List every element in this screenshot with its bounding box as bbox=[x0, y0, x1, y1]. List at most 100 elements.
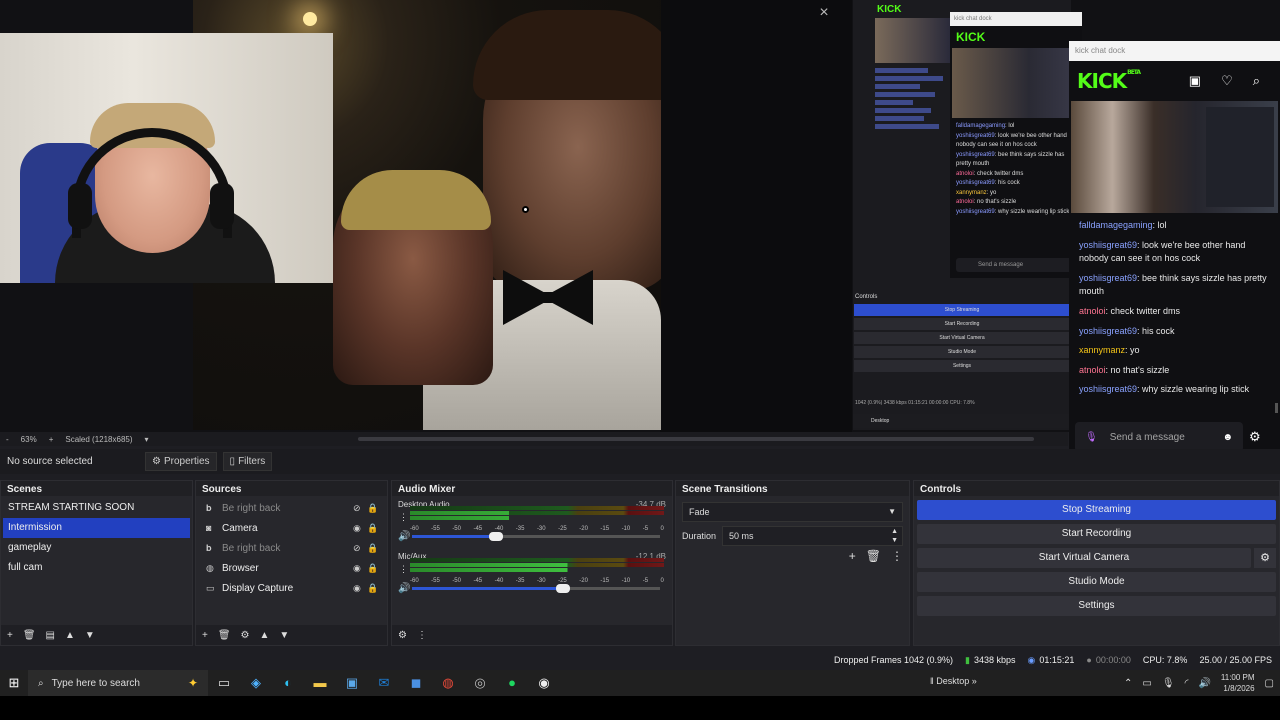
store-icon[interactable]: ◼ bbox=[400, 670, 432, 696]
eye-icon[interactable]: ◉ bbox=[353, 583, 367, 594]
chat-username[interactable]: yoshiisgreat69 bbox=[1079, 326, 1137, 336]
zoom-out-button[interactable]: - bbox=[6, 435, 9, 444]
studio-mode-button[interactable]: Studio Mode bbox=[917, 572, 1276, 592]
send-message-input[interactable]: 🎙 Send a message ☻ bbox=[1075, 422, 1243, 452]
volume-slider[interactable] bbox=[412, 584, 660, 593]
eye-icon[interactable]: ◉ bbox=[353, 563, 367, 574]
chevron-up-icon[interactable]: ⌃ bbox=[1124, 678, 1132, 689]
notification-icon[interactable]: ▢ bbox=[1265, 678, 1274, 689]
lock-icon[interactable]: 🔒 bbox=[367, 503, 381, 514]
move-up-icon[interactable]: ▲ bbox=[260, 630, 270, 641]
chat-username[interactable]: yoshiisgreat69 bbox=[956, 209, 995, 215]
start-recording-button[interactable]: Start Recording bbox=[917, 524, 1276, 544]
move-down-icon[interactable]: ▼ bbox=[85, 630, 95, 641]
chat-username[interactable]: falldamagegaming bbox=[1079, 220, 1153, 230]
usb-icon[interactable]: ▭ bbox=[1142, 678, 1151, 689]
add-scene-icon[interactable]: + bbox=[7, 630, 13, 641]
zoom-percent[interactable]: 63% bbox=[21, 435, 37, 444]
photos-icon[interactable]: ▣ bbox=[336, 670, 368, 696]
chat-username[interactable]: yoshiisgreat69 bbox=[1079, 273, 1137, 283]
add-transition-icon[interactable]: + bbox=[849, 549, 856, 563]
chrome-icon[interactable]: ◍ bbox=[432, 670, 464, 696]
lock-icon[interactable]: 🔒 bbox=[367, 543, 381, 554]
source-item[interactable]: 𝐛 Be right back ⊘ 🔒 bbox=[198, 498, 385, 518]
scene-item[interactable]: gameplay bbox=[3, 538, 190, 558]
file-explorer-icon[interactable]: ▬ bbox=[304, 670, 336, 696]
search-icon[interactable]: ⌕ bbox=[1253, 73, 1260, 89]
stop-streaming-button[interactable]: Stop Streaming bbox=[917, 500, 1276, 520]
edge-icon[interactable]: ◐ bbox=[272, 670, 304, 696]
copilot-icon[interactable]: ◈ bbox=[240, 670, 272, 696]
scale-dropdown-icon[interactable]: ▾ bbox=[145, 435, 149, 444]
move-up-icon[interactable]: ▲ bbox=[65, 630, 75, 641]
virtual-camera-settings-icon[interactable]: ⚙ bbox=[1254, 548, 1276, 568]
outlook-icon[interactable]: ✉ bbox=[368, 670, 400, 696]
chat-username[interactable]: yoshiisgreat69 bbox=[1079, 384, 1137, 394]
source-item[interactable]: 𝐛 Be right back ⊘ 🔒 bbox=[198, 538, 385, 558]
transition-menu-icon[interactable]: ⋮ bbox=[891, 549, 903, 563]
lock-icon[interactable]: 🔒 bbox=[367, 563, 381, 574]
chat-username[interactable]: yoshiisgreat69 bbox=[956, 152, 995, 158]
eye-hidden-icon[interactable]: ⊘ bbox=[353, 543, 367, 554]
heart-icon[interactable]: ♡ bbox=[1221, 73, 1233, 89]
eye-hidden-icon[interactable]: ⊘ bbox=[353, 503, 367, 514]
spotify-icon[interactable]: ● bbox=[496, 670, 528, 696]
volume-icon[interactable]: 🔊 bbox=[1198, 678, 1210, 689]
chat-username[interactable]: atnoloi bbox=[1079, 365, 1106, 375]
volume-slider[interactable] bbox=[412, 532, 660, 541]
mic-icon[interactable]: 🎙 bbox=[1085, 432, 1098, 443]
chat-scrollbar[interactable] bbox=[1275, 403, 1278, 413]
zoom-in-button[interactable]: + bbox=[49, 435, 54, 444]
mixer-menu-icon[interactable]: ⋮ bbox=[417, 630, 427, 641]
obs-alt-icon[interactable]: ◉ bbox=[528, 670, 560, 696]
advanced-audio-icon[interactable]: ⚙ bbox=[398, 630, 407, 641]
kick-stream-thumb[interactable] bbox=[1071, 101, 1278, 213]
add-source-icon[interactable]: + bbox=[202, 630, 208, 641]
scene-item[interactable]: full cam bbox=[3, 558, 190, 578]
source-item[interactable]: ▭ Display Capture ◉ 🔒 bbox=[198, 578, 385, 598]
browse-icon[interactable]: ▣ bbox=[1189, 73, 1201, 89]
lock-icon[interactable]: 🔒 bbox=[367, 523, 381, 534]
duration-spinner[interactable]: ▲ ▼ bbox=[891, 527, 898, 545]
scene-item[interactable]: Intermission bbox=[3, 518, 190, 538]
chat-username[interactable]: atnoloi bbox=[956, 171, 974, 177]
windows-start-icon[interactable]: ⊞ bbox=[0, 675, 28, 691]
obs-icon[interactable]: ◎ bbox=[464, 670, 496, 696]
chat-username[interactable]: yoshiisgreat69 bbox=[956, 180, 995, 186]
speaker-icon[interactable]: 🔊 bbox=[398, 583, 410, 594]
clock[interactable]: 11:00 PM 1/8/2026 bbox=[1221, 672, 1255, 694]
lock-icon[interactable]: 🔒 bbox=[367, 583, 381, 594]
remove-scene-icon[interactable]: 🗑 bbox=[23, 630, 36, 641]
preview-horizontal-scrollbar[interactable] bbox=[358, 437, 1034, 441]
properties-button[interactable]: ⚙ Properties bbox=[145, 452, 217, 471]
taskbar-search[interactable]: ⌕ Type here to search ✦ bbox=[28, 670, 208, 696]
chat-username[interactable]: atnoloi bbox=[1079, 306, 1106, 316]
kick-logo[interactable]: KICKBETA bbox=[1077, 69, 1141, 93]
chat-username[interactable]: falldamagegaming bbox=[956, 123, 1005, 129]
chat-username[interactable]: xannymanz bbox=[1079, 345, 1125, 355]
source-item[interactable]: ◙ Camera ◉ 🔒 bbox=[198, 518, 385, 538]
task-view-icon[interactable]: ▭ bbox=[208, 670, 240, 696]
settings-button[interactable]: Settings bbox=[917, 596, 1276, 616]
wifi-icon[interactable]: ◜ bbox=[1185, 678, 1189, 689]
scene-item[interactable]: STREAM STARTING SOON bbox=[3, 498, 190, 518]
emoji-icon[interactable]: ☻ bbox=[1222, 432, 1233, 443]
chat-username[interactable]: yoshiisgreat69 bbox=[956, 133, 995, 139]
remove-source-icon[interactable]: 🗑 bbox=[218, 630, 231, 641]
desktop-toolbar-label[interactable]: ‖ Desktop » bbox=[930, 676, 977, 686]
volume-slider-knob[interactable] bbox=[489, 532, 504, 541]
source-settings-icon[interactable]: ⚙ bbox=[241, 630, 250, 641]
eye-icon[interactable]: ◉ bbox=[353, 523, 367, 534]
chat-username[interactable]: xannymanz bbox=[956, 190, 987, 196]
channel-menu-icon[interactable]: ⋮ bbox=[399, 512, 408, 523]
transition-select[interactable]: Fade ▼ bbox=[682, 502, 903, 522]
channel-menu-icon[interactable]: ⋮ bbox=[399, 564, 408, 575]
mic-tray-icon[interactable]: 🎙 bbox=[1162, 678, 1175, 689]
chat-username[interactable]: yoshiisgreat69 bbox=[1079, 240, 1137, 250]
remove-transition-icon[interactable]: 🗑 bbox=[866, 549, 881, 563]
close-icon[interactable]: × bbox=[812, 2, 836, 24]
scene-filters-icon[interactable]: ▤ bbox=[46, 630, 55, 641]
speaker-icon[interactable]: 🔊 bbox=[398, 531, 410, 542]
chat-settings-gear-icon[interactable]: ⚙ bbox=[1249, 429, 1261, 445]
start-virtual-camera-button[interactable]: Start Virtual Camera bbox=[917, 548, 1251, 568]
